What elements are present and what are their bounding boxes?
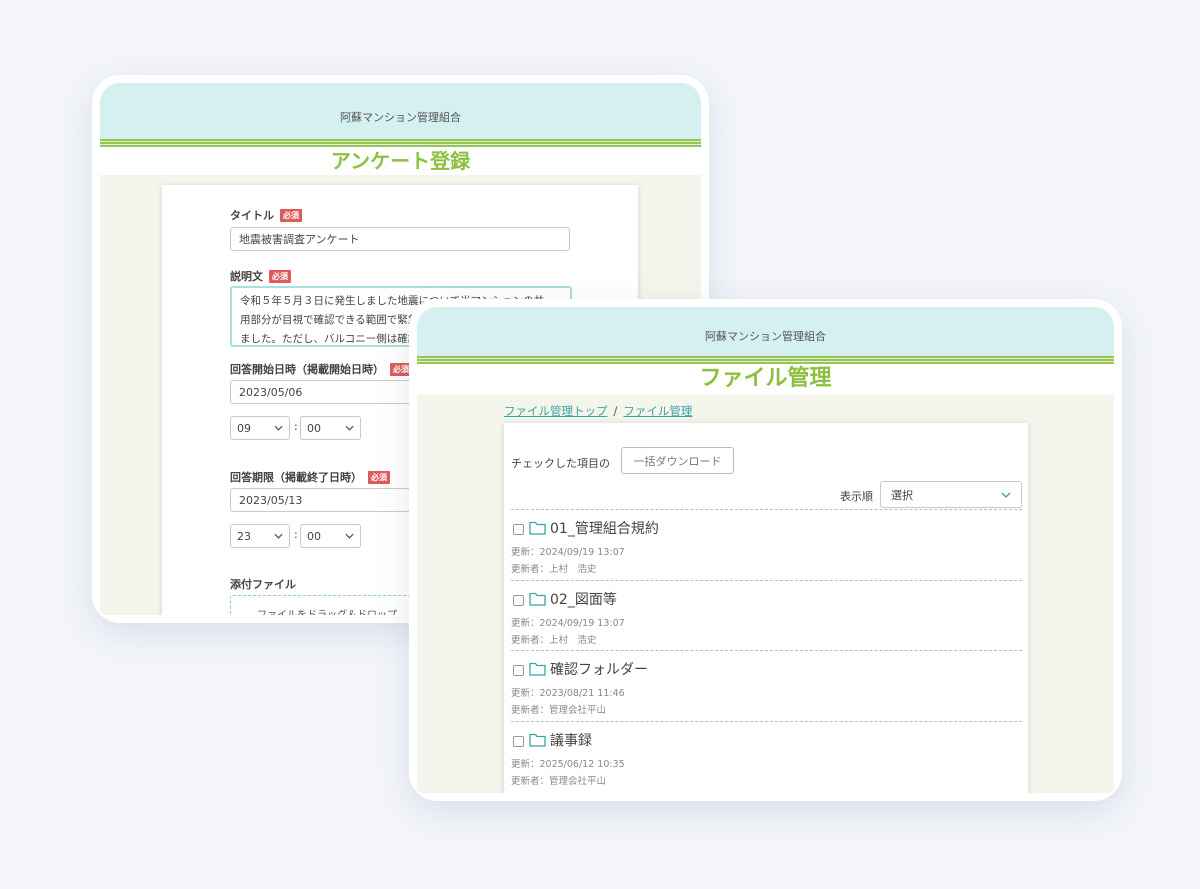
files-tablet: 阿蘇マンション管理組合 ファイル管理 ファイル管理トップ / ファイル管理 チェ… xyxy=(409,299,1122,801)
start-datetime-label: 回答開始日時（掲載開始日時） 必須 xyxy=(230,361,412,377)
survey-org-name: 阿蘇マンション管理組合 xyxy=(340,111,461,124)
folder-icon xyxy=(529,592,546,606)
folder-updated: 更新：2024/09/19 13:07 xyxy=(511,547,625,558)
title-label: タイトル 必須 xyxy=(230,207,302,223)
required-badge: 必須 xyxy=(280,208,302,222)
folder-row[interactable]: 議事録 更新：2025/06/12 10:35 更新者：管理会社平山 xyxy=(511,720,1022,792)
required-badge: 必須 xyxy=(368,470,390,484)
chevron-down-icon xyxy=(274,425,283,431)
survey-header: 阿蘇マンション管理組合 xyxy=(100,83,701,147)
folder-name[interactable]: 確認フォルダー xyxy=(550,659,648,679)
survey-page-title: アンケート登録 xyxy=(100,147,701,175)
folder-icon xyxy=(529,733,546,747)
start-datetime-label-text: 回答開始日時（掲載開始日時） xyxy=(230,363,384,376)
time-separator: : xyxy=(294,528,298,541)
time-separator: : xyxy=(294,420,298,433)
required-badge: 必須 xyxy=(269,269,291,283)
files-org-name: 阿蘇マンション管理組合 xyxy=(705,330,826,343)
end-hour-select[interactable]: 23 xyxy=(230,524,290,548)
header-divider xyxy=(417,356,1114,364)
checked-items-label: チェックした項目の xyxy=(511,457,610,470)
folder-name[interactable]: 議事録 xyxy=(550,730,592,750)
title-label-text: タイトル xyxy=(230,209,274,222)
folder-name[interactable]: 01_管理組合規約 xyxy=(550,518,659,538)
description-label-text: 説明文 xyxy=(230,270,263,283)
chevron-down-icon xyxy=(345,533,354,539)
chevron-down-icon xyxy=(274,533,283,539)
folder-updated: 更新：2024/09/19 13:07 xyxy=(511,617,625,629)
end-hour-value: 23 xyxy=(237,529,251,543)
sort-select[interactable]: 選択 xyxy=(880,481,1022,508)
start-minute-select[interactable]: 00 xyxy=(300,416,361,440)
breadcrumb-top-link[interactable]: ファイル管理トップ xyxy=(504,403,608,419)
checkbox-icon[interactable] xyxy=(513,735,524,747)
title-input[interactable]: 地震被害調査アンケート xyxy=(230,227,570,251)
sort-select-value: 選択 xyxy=(891,488,913,502)
folder-icon xyxy=(529,521,546,535)
folder-updated: 更新：2023/08/21 11:46 xyxy=(511,688,625,699)
attachment-label-text: 添付ファイル xyxy=(230,578,296,591)
folder-list: 01_管理組合規約 更新：2024/09/19 13:07 更新者：上村 浩史 … xyxy=(511,509,1022,791)
sort-label: 表示順 xyxy=(840,490,873,503)
chevron-down-icon xyxy=(1001,492,1011,498)
checkbox-icon[interactable] xyxy=(513,665,524,676)
folder-updated-by: 更新者：上村 浩史 xyxy=(511,634,597,646)
files-header: 阿蘇マンション管理組合 xyxy=(417,307,1114,364)
end-minute-value: 00 xyxy=(307,529,321,543)
folder-updated-by: 更新者：上村 浩史 xyxy=(511,564,597,575)
chevron-down-icon xyxy=(345,425,354,431)
folder-updated-by: 更新者：管理会社平山 xyxy=(511,705,607,716)
folder-updated: 更新：2025/06/12 10:35 xyxy=(511,758,625,770)
breadcrumb-separator: / xyxy=(613,404,618,418)
start-hour-value: 09 xyxy=(237,421,251,435)
start-hour-select[interactable]: 09 xyxy=(230,416,290,440)
checkbox-icon[interactable] xyxy=(513,524,524,535)
end-datetime-label-text: 回答期限（掲載終了日時） xyxy=(230,471,362,484)
header-divider xyxy=(100,139,701,147)
files-card: チェックした項目の 一括ダウンロード 表示順 選択 01_管理組合規約 更新：2… xyxy=(504,423,1028,793)
breadcrumb-current-link[interactable]: ファイル管理 xyxy=(623,403,692,419)
bulk-download-button[interactable]: 一括ダウンロード xyxy=(621,447,734,474)
folder-name[interactable]: 02_図面等 xyxy=(550,589,617,609)
attachment-label: 添付ファイル xyxy=(230,576,296,592)
breadcrumb: ファイル管理トップ / ファイル管理 xyxy=(504,403,692,419)
files-page-title: ファイル管理 xyxy=(417,364,1114,394)
folder-icon xyxy=(529,662,546,676)
folder-row[interactable]: 01_管理組合規約 更新：2024/09/19 13:07 更新者：上村 浩史 xyxy=(511,509,1022,580)
folder-row[interactable]: 確認フォルダー 更新：2023/08/21 11:46 更新者：管理会社平山 xyxy=(511,650,1022,721)
end-datetime-label: 回答期限（掲載終了日時） 必須 xyxy=(230,469,390,485)
files-screen: 阿蘇マンション管理組合 ファイル管理 ファイル管理トップ / ファイル管理 チェ… xyxy=(417,307,1114,793)
description-label: 説明文 必須 xyxy=(230,268,291,284)
checkbox-icon[interactable] xyxy=(513,594,524,606)
end-minute-select[interactable]: 00 xyxy=(300,524,361,548)
start-minute-value: 00 xyxy=(307,421,321,435)
folder-updated-by: 更新者：管理会社平山 xyxy=(511,775,607,787)
folder-row[interactable]: 02_図面等 更新：2024/09/19 13:07 更新者：上村 浩史 xyxy=(511,579,1022,651)
